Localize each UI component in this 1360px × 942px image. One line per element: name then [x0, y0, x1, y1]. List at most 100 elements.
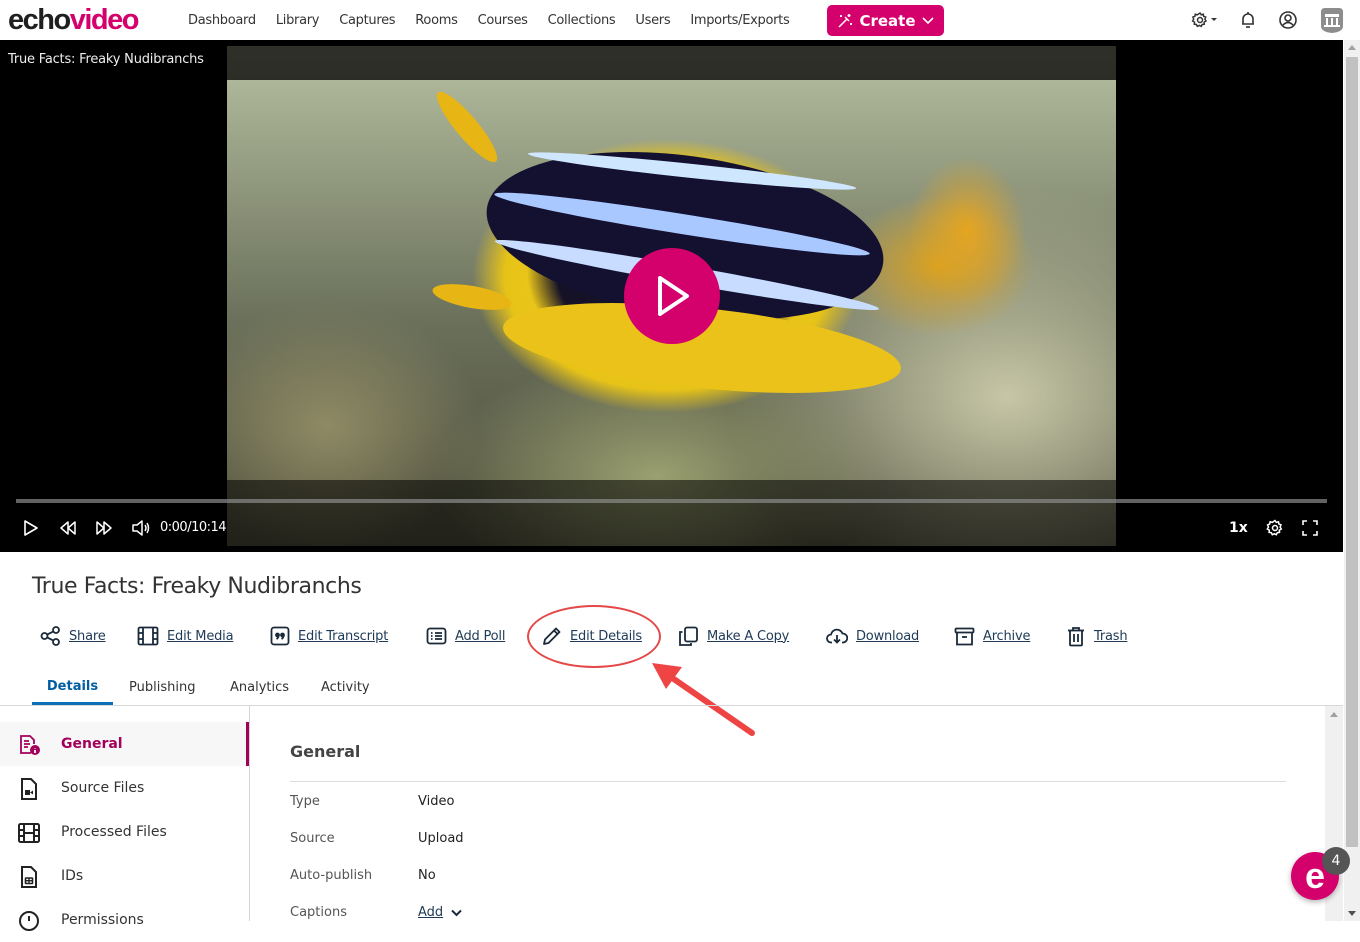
rewind-button[interactable] — [59, 518, 77, 538]
edit-transcript-label: Edit Transcript — [298, 628, 389, 644]
captions-add-dropdown[interactable]: Add — [418, 905, 462, 920]
player-settings-button[interactable] — [1266, 518, 1284, 538]
page-scrollbar[interactable] — [1344, 40, 1360, 921]
film-icon — [18, 823, 40, 843]
sidebar-item-label: Processed Files — [61, 824, 167, 840]
chevron-down-icon — [451, 909, 462, 916]
nav-users[interactable]: Users — [635, 13, 670, 28]
nav-courses[interactable]: Courses — [478, 13, 528, 28]
video-subject-rhinophore — [429, 85, 505, 169]
video-subject-gills — [907, 156, 1027, 306]
list-icon — [426, 627, 447, 645]
video-player[interactable]: True Facts: Freaky Nudibranchs 0:00/10:1… — [0, 40, 1343, 552]
nav-library[interactable]: Library — [276, 13, 320, 28]
volume-button[interactable] — [131, 518, 151, 538]
share-action[interactable]: Share — [40, 624, 106, 648]
nav-collections[interactable]: Collections — [548, 13, 616, 28]
sidebar-item-general[interactable]: General — [0, 722, 249, 766]
download-action[interactable]: Download — [826, 624, 919, 648]
section-divider — [290, 781, 1286, 782]
scroll-down-arrow-icon[interactable] — [1348, 911, 1356, 916]
play-icon — [658, 276, 689, 316]
scroll-up-arrow-icon[interactable] — [1330, 712, 1338, 717]
institution-icon — [1321, 8, 1343, 33]
tab-publishing[interactable]: Publishing — [113, 670, 211, 705]
nav-captures[interactable]: Captures — [339, 13, 395, 28]
media-title: True Facts: Freaky Nudibranchs — [32, 574, 362, 599]
trash-icon — [1068, 626, 1084, 646]
account-button[interactable] — [1278, 10, 1298, 30]
user-circle-icon — [1279, 11, 1297, 29]
film-icon — [137, 626, 159, 646]
field-label-type: Type — [290, 794, 320, 809]
sidebar-item-ids[interactable]: IDs — [0, 854, 249, 898]
institution-logo-button[interactable] — [1319, 6, 1345, 34]
add-poll-label: Add Poll — [455, 628, 506, 644]
echovideo-logo[interactable]: echovideo — [8, 3, 139, 37]
archive-label: Archive — [983, 628, 1031, 644]
quote-icon — [270, 626, 290, 646]
playback-speed-button[interactable]: 1x — [1229, 520, 1248, 536]
magic-wand-icon — [838, 13, 853, 28]
fast-forward-icon — [96, 521, 112, 535]
scroll-up-arrow-icon[interactable] — [1348, 45, 1356, 50]
general-panel: General Type Video Source Upload Auto-pu… — [250, 706, 1325, 921]
permissions-icon — [19, 911, 39, 931]
field-label-auto-publish: Auto-publish — [290, 868, 373, 883]
rewind-icon — [60, 521, 76, 535]
settings-menu-button[interactable] — [1191, 10, 1221, 30]
fast-forward-button[interactable] — [95, 518, 113, 538]
player-title: True Facts: Freaky Nudibranchs — [8, 52, 204, 67]
edit-details-action[interactable]: Edit Details — [542, 624, 642, 648]
edit-media-label: Edit Media — [167, 628, 234, 644]
copy-icon — [679, 626, 698, 646]
nav-links: Dashboard Library Captures Rooms Courses… — [178, 0, 799, 40]
video-file-icon — [21, 778, 37, 800]
make-a-copy-action[interactable]: Make A Copy — [678, 624, 789, 648]
nav-rooms[interactable]: Rooms — [415, 13, 458, 28]
tab-activity[interactable]: Activity — [305, 670, 386, 705]
bell-icon — [1242, 12, 1254, 28]
sidebar-item-label: Permissions — [61, 912, 144, 928]
trash-action[interactable]: Trash — [1066, 624, 1128, 648]
big-play-button[interactable] — [624, 248, 720, 344]
archive-action[interactable]: Archive — [954, 624, 1030, 648]
fullscreen-button[interactable] — [1302, 518, 1318, 538]
trash-label: Trash — [1094, 628, 1128, 644]
create-button[interactable]: Create — [827, 5, 944, 36]
sidebar-item-processed-files[interactable]: Processed Files — [0, 810, 249, 854]
top-navigation: echovideo Dashboard Library Captures Roo… — [0, 0, 1360, 40]
player-control-bar — [0, 480, 1343, 552]
fullscreen-icon — [1302, 520, 1318, 536]
seek-bar[interactable] — [16, 499, 1327, 503]
sidebar-item-label: Source Files — [61, 780, 145, 796]
play-icon — [24, 520, 38, 536]
notifications-button[interactable] — [1238, 10, 1258, 30]
field-label-captions: Captions — [290, 905, 347, 920]
section-title: General — [290, 742, 361, 761]
download-label: Download — [856, 628, 920, 644]
nav-dashboard[interactable]: Dashboard — [188, 13, 256, 28]
details-sidebar: General Source Files Processed Files IDs… — [0, 706, 250, 931]
edit-transcript-action[interactable]: Edit Transcript — [270, 624, 388, 648]
field-label-source: Source — [290, 831, 335, 846]
field-value-type: Video — [418, 794, 455, 809]
share-label: Share — [69, 628, 106, 644]
sidebar-item-label: IDs — [61, 868, 84, 884]
nav-imports-exports[interactable]: Imports/Exports — [690, 13, 789, 28]
page-scrollbar-thumb[interactable] — [1346, 57, 1358, 847]
cloud-download-icon — [826, 628, 848, 644]
tab-analytics[interactable]: Analytics — [214, 670, 305, 705]
tab-details[interactable]: Details — [32, 670, 113, 705]
sidebar-item-permissions[interactable]: Permissions — [0, 898, 249, 942]
archive-box-icon — [954, 627, 975, 645]
notification-count-badge: 4 — [1322, 847, 1350, 875]
logo-text-echo: echo — [8, 4, 71, 36]
add-poll-action[interactable]: Add Poll — [426, 624, 505, 648]
edit-media-action[interactable]: Edit Media — [137, 624, 234, 648]
edit-details-label: Edit Details — [570, 628, 642, 644]
play-button[interactable] — [23, 518, 39, 538]
gear-icon — [1191, 11, 1217, 28]
field-value-source: Upload — [418, 831, 464, 846]
sidebar-item-source-files[interactable]: Source Files — [0, 766, 249, 810]
